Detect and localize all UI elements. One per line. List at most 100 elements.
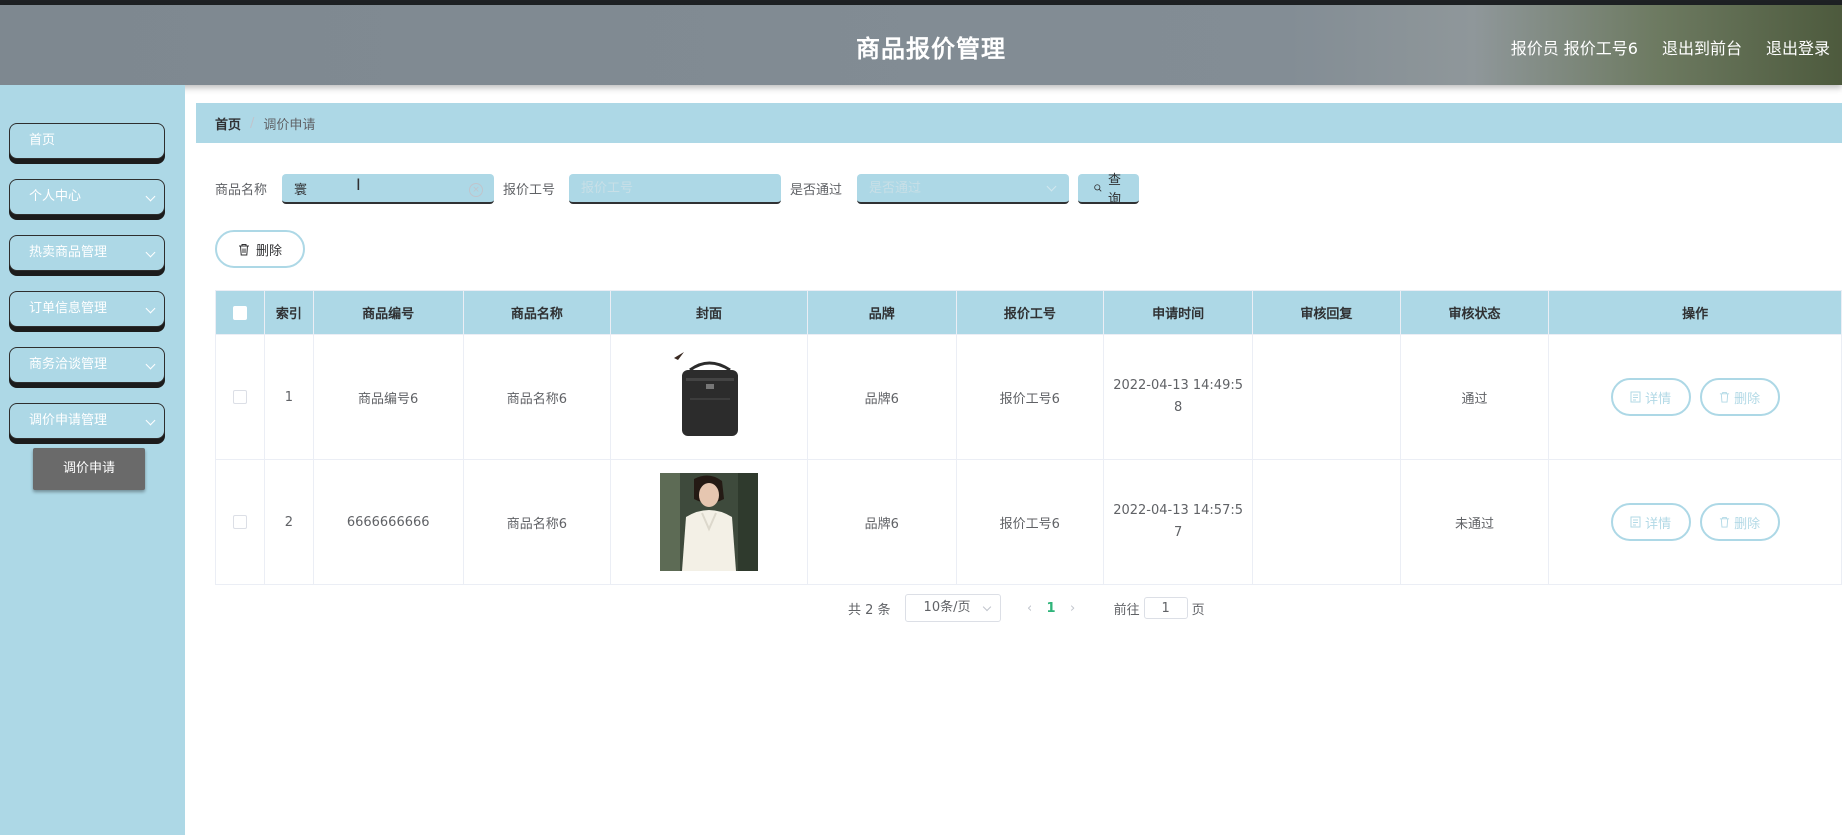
sidebar-item-home[interactable]: 首页 [9, 123, 165, 159]
index-cell: 1 [263, 334, 314, 460]
apply-time: 2022-04-13 14:57:57 [1113, 503, 1243, 540]
goto-prefix: 前往 [1113, 602, 1140, 618]
brand-cell: 品牌6 [806, 334, 957, 460]
product-no-cell: 6666666666 [312, 459, 464, 585]
column-header: 审核回复 [1252, 290, 1401, 335]
sidebar-subitem-price-adjust-request[interactable]: 调价申请 [33, 448, 145, 490]
chevron-down-icon [145, 191, 156, 202]
document-icon [1630, 516, 1641, 528]
quote-no-input[interactable] [569, 174, 781, 204]
pagination: 共 2 条 10条/页 ‹ 1 › 前往 页 [848, 594, 1205, 622]
query-button[interactable]: 查询 [1078, 173, 1140, 207]
app-header: 商品报价管理 报价员 报价工号6 退出到前台 退出登录 [0, 5, 1842, 85]
chevron-down-icon [145, 247, 156, 258]
page-number-current[interactable]: 1 [1047, 601, 1056, 616]
table-row: 2 6666666666 商品名称6 品牌6 报价工号6 2022-04-13 … [215, 459, 1842, 585]
reply-cell [1252, 459, 1401, 585]
status-cell: 未通过 [1399, 459, 1550, 585]
sidebar-item-orders[interactable]: 订单信息管理 [9, 291, 165, 327]
select-all-checkbox[interactable] [232, 305, 247, 320]
quote-no-cell: 报价工号6 [955, 334, 1105, 460]
query-button-label: 查询 [1107, 173, 1121, 207]
operations-cell: 详情 删除 [1548, 459, 1842, 585]
column-header: 封面 [610, 290, 808, 335]
goto-suffix: 页 [1191, 602, 1205, 618]
product-name-label: 商品名称 [215, 183, 268, 198]
row-checkbox[interactable] [232, 390, 247, 404]
product-name-cell: 商品名称6 [462, 334, 612, 460]
quote-no-label: 报价工号 [503, 183, 556, 198]
sidebar-item-price-adjust[interactable]: 调价申请管理 [9, 403, 165, 439]
apply-time-cell: 2022-04-13 14:49:58 [1103, 334, 1254, 460]
sidebar-item-label: 热卖商品管理 [29, 245, 108, 260]
sidebar-item-personal-center[interactable]: 个人中心 [9, 179, 165, 215]
sidebar-item-label: 个人中心 [29, 189, 82, 204]
exit-to-frontend-link[interactable]: 退出到前台 [1662, 35, 1742, 59]
detail-button-label: 详情 [1645, 391, 1672, 407]
chevron-down-icon [145, 359, 156, 370]
price-adjust-table: 索引 商品编号 商品名称 封面 品牌 报价工号 申请时间 审核回复 审核状态 操… [215, 290, 1842, 585]
header-actions: 报价员 报价工号6 退出到前台 退出登录 [1511, 35, 1830, 59]
product-name-cell: 商品名称6 [462, 459, 612, 585]
apply-time: 2022-04-13 14:49:58 [1113, 378, 1243, 415]
breadcrumb-current: 调价申请 [263, 117, 316, 133]
sidebar-item-hot-products[interactable]: 热卖商品管理 [9, 235, 165, 271]
detail-button[interactable]: 详情 [1610, 378, 1691, 416]
column-header: 商品名称 [462, 290, 612, 335]
text-cursor-icon: I [356, 175, 361, 194]
pass-label: 是否通过 [790, 183, 843, 198]
apply-time-cell: 2022-04-13 14:57:57 [1103, 459, 1254, 585]
search-icon [1094, 184, 1102, 192]
index-cell: 2 [263, 459, 314, 585]
page-size-select[interactable]: 10条/页 [904, 594, 1001, 622]
select-all-cell [215, 290, 265, 335]
row-checkbox[interactable] [232, 515, 247, 529]
delete-button[interactable]: 删除 [1699, 378, 1780, 416]
next-page-icon[interactable]: › [1068, 601, 1078, 616]
sidebar-item-label: 首页 [29, 133, 56, 148]
sidebar-item-label: 调价申请管理 [29, 413, 108, 428]
brand-cell: 品牌6 [806, 459, 957, 585]
cover-cell [610, 334, 808, 460]
breadcrumb: 首页 / 调价申请 [196, 103, 1842, 143]
batch-delete-label: 删除 [255, 243, 282, 259]
quote-no-cell: 报价工号6 [955, 459, 1105, 585]
page-size-value: 10条/页 [923, 600, 971, 615]
breadcrumb-separator: / [250, 115, 255, 131]
goto-page-input[interactable] [1143, 597, 1188, 619]
prev-page-icon[interactable]: ‹ [1025, 601, 1035, 616]
operations-cell: 详情 删除 [1548, 334, 1842, 460]
row-select-cell [215, 334, 265, 460]
sidebar-item-label: 订单信息管理 [29, 301, 108, 316]
chevron-down-icon [145, 303, 156, 314]
sidebar-item-negotiation[interactable]: 商务洽谈管理 [9, 347, 165, 383]
logout-link[interactable]: 退出登录 [1766, 35, 1830, 59]
batch-delete-button[interactable]: 删除 [215, 230, 305, 268]
breadcrumb-home[interactable]: 首页 [215, 114, 241, 133]
clear-icon[interactable]: × [469, 183, 483, 197]
delete-button[interactable]: 删除 [1699, 503, 1780, 541]
trash-icon [1720, 391, 1730, 403]
delete-button-label: 删除 [1734, 391, 1761, 407]
column-header: 报价工号 [955, 290, 1105, 335]
white-blouse-model-image [660, 473, 759, 571]
product-name-input[interactable] [282, 174, 494, 204]
sidebar-item-label: 商务洽谈管理 [29, 357, 108, 372]
table-row: 1 商品编号6 商品名称6 品牌6 报价工号6 2022-04-13 14:49… [215, 334, 1842, 460]
pass-select[interactable] [857, 174, 1069, 204]
column-header: 操作 [1548, 290, 1842, 335]
detail-button[interactable]: 详情 [1610, 503, 1691, 541]
status-cell: 通过 [1399, 334, 1550, 460]
document-icon [1630, 391, 1641, 403]
chevron-down-icon [145, 415, 156, 426]
column-header: 商品编号 [312, 290, 464, 335]
column-header: 审核状态 [1399, 290, 1550, 335]
delete-button-label: 删除 [1734, 516, 1761, 532]
cover-cell [610, 459, 808, 585]
trash-icon [1720, 516, 1730, 528]
product-no-cell: 商品编号6 [312, 334, 464, 460]
sidebar: 首页 个人中心 热卖商品管理 订单信息管理 商务洽谈管理 调价申请管理 调价申请 [0, 85, 185, 835]
column-header: 索引 [263, 290, 314, 335]
column-header: 品牌 [806, 290, 957, 335]
row-select-cell [215, 459, 265, 585]
